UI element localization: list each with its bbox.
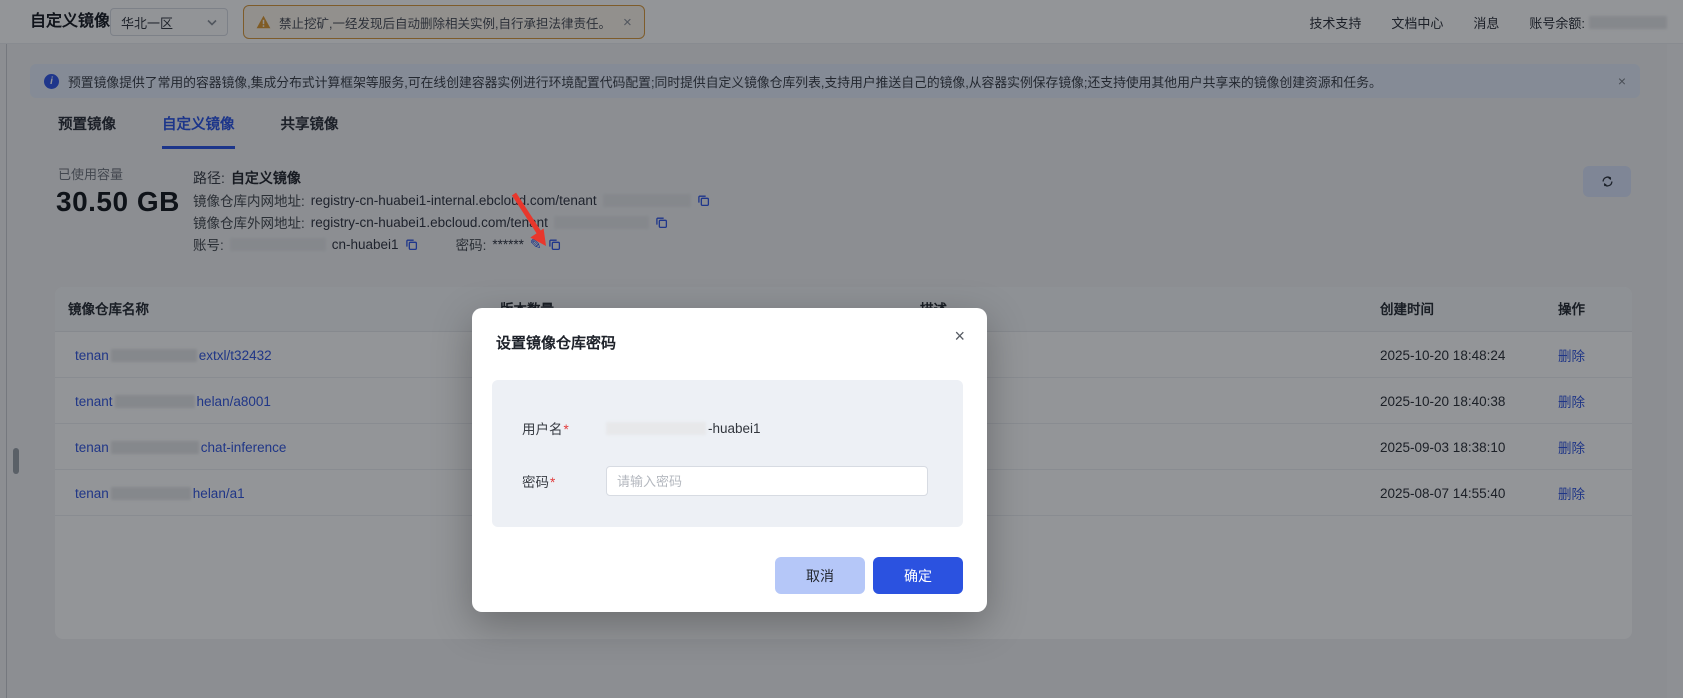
set-registry-password-dialog: 设置镜像仓库密码 × 用户名* -huabei1 密码* 取消 确定 [472,308,987,612]
username-row: 用户名* -huabei1 [522,416,761,440]
cancel-button[interactable]: 取消 [775,557,865,594]
password-label: 密码* [522,471,606,491]
username-value-suffix: -huabei1 [708,420,761,436]
confirm-button[interactable]: 确定 [873,557,963,594]
password-label-text: 密码 [522,475,549,490]
password-input[interactable] [606,466,928,496]
red-arrow-annotation [498,188,562,256]
dialog-form-panel: 用户名* -huabei1 密码* [492,380,963,527]
username-value: -huabei1 [606,421,761,436]
password-row: 密码* [522,466,928,496]
app-window: 自定义镜像 华北一区 禁止挖矿,一经发现后自动删除相关实例,自行承担法律责任。 … [0,0,1683,698]
username-redacted [606,421,706,435]
required-mark: * [550,475,556,490]
dialog-footer: 取消 确定 [775,557,963,594]
required-mark: * [563,422,569,437]
username-label-text: 用户名 [522,422,563,437]
username-label: 用户名* [522,418,606,438]
dialog-title: 设置镜像仓库密码 [496,335,617,352]
close-icon[interactable]: × [954,327,965,345]
